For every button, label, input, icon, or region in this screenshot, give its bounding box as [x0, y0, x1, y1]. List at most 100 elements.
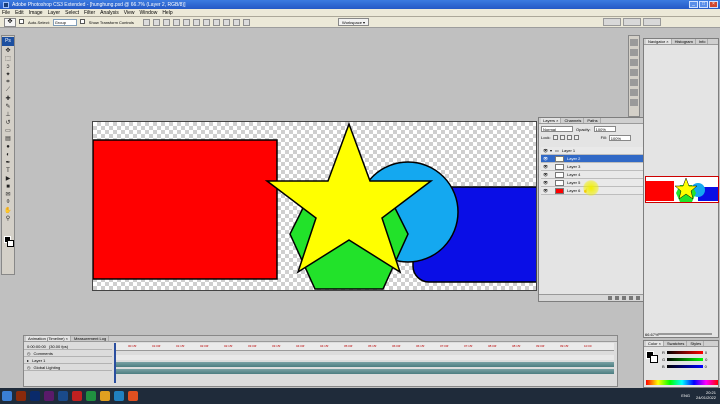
- menu-window[interactable]: Window: [140, 10, 158, 16]
- stopwatch-icon[interactable]: ◷: [27, 365, 31, 370]
- auto-select-checkbox[interactable]: [19, 18, 25, 26]
- menu-layer[interactable]: Layer: [48, 10, 61, 16]
- layer-row[interactable]: 👁 Layer 6 ☝: [541, 187, 657, 195]
- menu-view[interactable]: View: [124, 10, 135, 16]
- expand-arrow-icon[interactable]: ▸: [27, 358, 29, 363]
- path-selection-icon[interactable]: ▶: [2, 175, 14, 182]
- layer-style-icon[interactable]: [615, 296, 619, 300]
- tool-presets-panel-icon[interactable]: [630, 59, 638, 66]
- visibility-eye-icon[interactable]: 👁: [543, 164, 548, 169]
- tab-animation-timeline[interactable]: Animation (Timeline) ×: [26, 336, 71, 341]
- layer-row-group[interactable]: 👁 ▾ ▭ Layer 1: [541, 147, 657, 155]
- menu-help[interactable]: Help: [162, 10, 172, 16]
- align-left-icon[interactable]: [172, 18, 180, 26]
- distribute-left-icon[interactable]: [232, 18, 240, 26]
- distribute-top-icon[interactable]: [202, 18, 210, 26]
- menu-image[interactable]: Image: [29, 10, 43, 16]
- new-group-icon[interactable]: [636, 296, 640, 300]
- menu-analysis[interactable]: Analysis: [100, 10, 119, 16]
- align-bottom-icon[interactable]: [162, 18, 170, 26]
- red-channel-slider[interactable]: [666, 351, 703, 354]
- align-right-icon[interactable]: [192, 18, 200, 26]
- link-layers-icon[interactable]: [608, 296, 612, 300]
- type-tool-icon[interactable]: T: [2, 167, 14, 174]
- tab-measurement-log[interactable]: Measurement Log: [72, 336, 110, 341]
- clone-source-panel-icon[interactable]: [630, 79, 638, 86]
- menu-file[interactable]: File: [2, 10, 10, 16]
- paragraph-panel-icon[interactable]: [630, 99, 638, 106]
- layer-row[interactable]: 👁 Layer 4: [541, 171, 657, 179]
- folder-arrow-icon[interactable]: ▾: [550, 148, 552, 153]
- blend-mode-dropdown[interactable]: Normal: [541, 126, 573, 132]
- lock-position-icon[interactable]: [566, 135, 572, 140]
- layer-row[interactable]: 👁 Layer 5: [541, 179, 657, 187]
- timeline-track[interactable]: [114, 355, 614, 360]
- layer-row[interactable]: 👁 Layer 3: [541, 163, 657, 171]
- app-icon[interactable]: [72, 391, 82, 401]
- menu-select[interactable]: Select: [65, 10, 79, 16]
- timecode[interactable]: 0:00:00:00: [27, 344, 46, 349]
- app-icon[interactable]: [128, 391, 138, 401]
- clock[interactable]: 20:21 24/01/2022: [696, 390, 716, 400]
- tool-presets-well[interactable]: [623, 18, 641, 26]
- history-panel-icon[interactable]: [630, 39, 638, 46]
- menu-filter[interactable]: Filter: [84, 10, 95, 16]
- workspace-dropdown[interactable]: Workspace ▾: [338, 18, 370, 26]
- lock-transparency-icon[interactable]: [552, 135, 558, 140]
- distribute-center-icon[interactable]: [212, 18, 220, 26]
- show-transform-checkbox[interactable]: [79, 18, 86, 26]
- move-tool-preset-icon[interactable]: ✥: [4, 17, 16, 27]
- tab-styles[interactable]: Styles: [688, 341, 705, 346]
- distribute-right-icon[interactable]: [242, 18, 250, 26]
- adjustment-layer-icon[interactable]: [629, 296, 633, 300]
- tab-histogram[interactable]: Histogram: [673, 39, 696, 44]
- minimize-button[interactable]: _: [689, 1, 698, 8]
- tab-layers[interactable]: Layers ×: [541, 118, 562, 123]
- tab-navigator[interactable]: Navigator ×: [646, 39, 672, 44]
- menu-edit[interactable]: Edit: [15, 10, 24, 16]
- tab-swatches[interactable]: Swatches: [665, 341, 688, 346]
- gradient-tool-icon[interactable]: ▤: [2, 135, 14, 142]
- lock-all-icon[interactable]: [573, 135, 579, 140]
- timeline-ruler[interactable]: 00:15f 01:00f 01:15f 02:00f 02:15f 03:00f 03:1…: [114, 343, 614, 351]
- zoom-tool-icon[interactable]: ⚲: [2, 215, 14, 222]
- background-color-swatch[interactable]: [7, 240, 14, 247]
- add-mask-icon[interactable]: [622, 296, 626, 300]
- healing-brush-icon[interactable]: ✚: [2, 95, 14, 102]
- hand-tool-icon[interactable]: ✋: [2, 207, 14, 214]
- blue-channel-slider[interactable]: [666, 365, 703, 368]
- move-tool-icon[interactable]: ✥: [2, 47, 14, 54]
- language-indicator[interactable]: ENG: [681, 393, 690, 398]
- timeline-row[interactable]: ◷ Global Lighting: [24, 364, 112, 371]
- stopwatch-icon[interactable]: ◷: [27, 351, 31, 356]
- align-vcenter-icon[interactable]: [152, 18, 160, 26]
- app-icon[interactable]: [58, 391, 68, 401]
- clone-stamp-icon[interactable]: ⊥: [2, 111, 14, 118]
- visibility-eye-icon[interactable]: 👁: [543, 188, 548, 193]
- tab-color[interactable]: Color ×: [646, 341, 665, 346]
- pen-tool-icon[interactable]: ✒: [2, 159, 14, 166]
- fill-input[interactable]: 100%: [608, 134, 631, 141]
- opacity-input[interactable]: 100%: [593, 126, 616, 132]
- align-hcenter-icon[interactable]: [182, 18, 190, 26]
- brushes-well[interactable]: [603, 18, 621, 26]
- color-spectrum-bar[interactable]: [646, 380, 718, 385]
- visibility-eye-icon[interactable]: 👁: [543, 172, 548, 177]
- document-canvas[interactable]: [92, 121, 537, 291]
- timeline-track[interactable]: [114, 362, 614, 367]
- blue-channel-value[interactable]: 0: [705, 364, 707, 369]
- app-icon[interactable]: [86, 391, 96, 401]
- close-button[interactable]: ×: [709, 1, 718, 8]
- timeline-playhead[interactable]: [114, 343, 116, 383]
- auto-select-dropdown[interactable]: Group: [52, 18, 77, 26]
- layer-comps-well[interactable]: [643, 18, 661, 26]
- maximize-button[interactable]: □: [699, 1, 708, 8]
- history-brush-icon[interactable]: ↺: [2, 119, 14, 126]
- visibility-eye-icon[interactable]: 👁: [543, 156, 548, 161]
- illustrator-icon[interactable]: [16, 391, 26, 401]
- lock-pixels-icon[interactable]: [559, 135, 565, 140]
- start-button[interactable]: [2, 391, 12, 401]
- blur-tool-icon[interactable]: ●: [2, 143, 14, 150]
- magic-wand-tool-icon[interactable]: ✦: [2, 71, 14, 78]
- chrome-icon[interactable]: [100, 391, 110, 401]
